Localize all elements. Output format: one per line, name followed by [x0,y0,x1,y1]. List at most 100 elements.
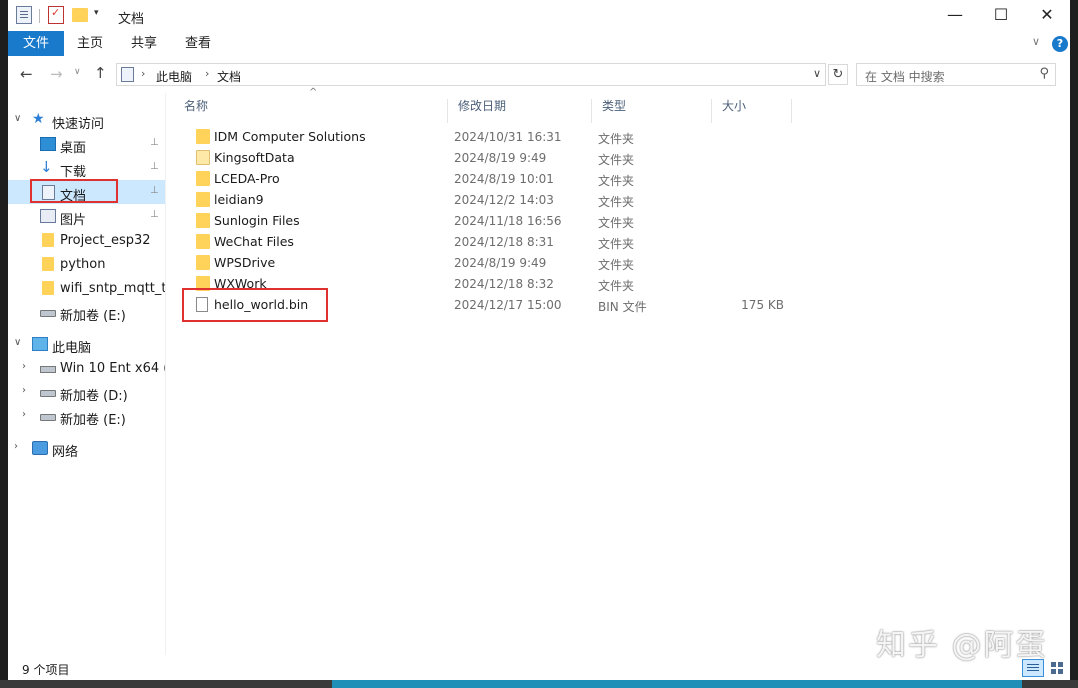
file-date: 2024/12/2 14:03 [454,193,554,207]
tab-home[interactable]: 主页 [68,31,112,56]
nav-item-wifi-sntp[interactable]: wifi_sntp_mqtt_tim [8,276,165,300]
expand-chevron-icon[interactable]: ∨ [14,337,21,348]
file-name: KingsoftData [214,150,295,165]
nav-this-pc[interactable]: ∨ 此电脑 [8,332,165,356]
nav-item-drive-e[interactable]: › 新加卷 (E:) [8,404,165,428]
nav-label: Win 10 Ent x64 (C [60,361,165,376]
back-arrow-icon[interactable]: ← [20,65,33,83]
file-date: 2024/8/19 9:49 [454,256,547,270]
properties-icon[interactable] [16,6,32,24]
column-header-size[interactable]: 大小 [712,99,792,123]
search-input[interactable]: 在 文档 中搜索 ⚲ [856,63,1056,86]
pane-splitter[interactable] [165,93,166,655]
collapsed-chevron-icon[interactable]: › [22,409,26,420]
tab-share[interactable]: 共享 [122,31,166,56]
computer-icon [32,337,48,351]
file-type: 文件夹 [598,174,635,188]
address-bar[interactable]: › 此电脑 › 文档 ∨ [116,63,826,86]
collapsed-chevron-icon[interactable]: › [22,385,26,396]
nav-item-python[interactable]: python [8,252,165,276]
taskbar-accent [332,680,1022,688]
nav-network[interactable]: › 网络 [8,436,165,460]
window-title: 文档 [118,12,145,27]
file-list: ^ 名称 修改日期 类型 大小 IDM Computer Solutions 2… [174,87,1070,655]
nav-item-drive-e-quick[interactable]: 新加卷 (E:) [8,300,165,324]
file-name: Sunlogin Files [214,213,300,228]
watermark: 知乎 @阿蛋 [876,628,1048,663]
pin-icon[interactable]: ⊥ [150,161,159,172]
nav-item-pictures[interactable]: 图片 ⊥ [8,204,165,228]
up-arrow-icon[interactable]: ↑ [94,64,107,82]
column-header-name[interactable]: 名称 [174,99,448,123]
nav-item-drive-c[interactable]: › Win 10 Ent x64 (C [8,356,165,380]
title-bar: ▾ 文档 — ☐ ✕ [8,0,1070,31]
tab-view[interactable]: 查看 [176,31,220,56]
breadcrumb-documents[interactable]: 文档 [217,68,241,85]
file-name: LCEDA-Pro [214,171,280,186]
folder-icon [196,213,210,228]
file-row[interactable]: WeChat Files 2024/12/18 8:31 文件夹 [174,231,794,252]
minimize-button[interactable]: — [932,0,978,30]
ribbon-expand-icon[interactable]: ∨ [1032,35,1040,48]
expand-chevron-icon[interactable]: ∨ [14,113,21,124]
item-count: 9 个项目 [22,663,70,677]
forward-arrow-icon[interactable]: → [50,65,63,83]
nav-label: 桌面 [60,141,87,156]
help-icon[interactable]: ? [1052,36,1068,52]
file-row[interactable]: WPSDrive 2024/8/19 9:49 文件夹 [174,252,794,273]
background-editor-right [1070,0,1078,688]
file-row[interactable]: IDM Computer Solutions 2024/10/31 16:31 … [174,126,794,147]
download-icon: ↓ [40,158,53,176]
file-row[interactable]: KingsoftData 2024/8/19 9:49 文件夹 [174,147,794,168]
pictures-icon [40,209,56,223]
address-dropdown-icon[interactable]: ∨ [813,67,821,80]
nav-label: python [60,257,106,272]
nav-label: 新加卷 (D:) [60,389,128,404]
folder-icon [196,171,210,186]
file-row[interactable]: leidian9 2024/12/2 14:03 文件夹 [174,189,794,210]
breadcrumb-chevron-icon[interactable]: › [141,67,145,80]
nav-label: 下载 [60,165,87,180]
file-date: 2024/12/18 8:32 [454,277,554,291]
new-folder-icon[interactable] [72,8,88,22]
pin-icon[interactable]: ⊥ [150,209,159,220]
folder-icon [196,255,210,270]
documents-location-icon [121,67,134,82]
collapsed-chevron-icon[interactable]: › [14,441,18,452]
nav-item-desktop[interactable]: 桌面 ⊥ [8,132,165,156]
file-row[interactable]: Sunlogin Files 2024/11/18 16:56 文件夹 [174,210,794,231]
nav-quick-access[interactable]: ∨ ★ 快速访问 [8,108,165,132]
breadcrumb-this-pc[interactable]: 此电脑 [156,68,192,85]
nav-item-downloads[interactable]: ↓ 下载 ⊥ [8,156,165,180]
close-button[interactable]: ✕ [1024,0,1070,30]
recent-locations-icon[interactable]: ∨ [74,67,81,77]
breadcrumb-chevron-icon[interactable]: › [205,67,209,80]
folder-icon [42,257,54,271]
column-header-type[interactable]: 类型 [592,99,712,123]
nav-item-project-esp32[interactable]: Project_esp32 [8,228,165,252]
nav-label: 此电脑 [52,341,92,356]
maximize-button[interactable]: ☐ [978,0,1024,30]
navigation-pane: ∨ ★ 快速访问 桌面 ⊥ ↓ 下载 ⊥ 文档 ⊥ 图片 ⊥ Project_e… [8,93,165,655]
drive-icon [40,390,56,397]
file-name: leidian9 [214,192,264,207]
refresh-button[interactable]: ↻ [828,64,848,85]
large-icons-view-icon[interactable] [1048,659,1066,677]
checkmark-icon[interactable] [48,6,64,24]
taskbar-strip [0,680,1078,688]
nav-item-drive-d[interactable]: › 新加卷 (D:) [8,380,165,404]
column-header-date[interactable]: 修改日期 [448,99,592,123]
pin-icon[interactable]: ⊥ [150,185,159,196]
file-type: 文件夹 [598,216,635,230]
file-name: WPSDrive [214,255,276,270]
pin-icon[interactable]: ⊥ [150,137,159,148]
file-row[interactable]: LCEDA-Pro 2024/8/19 10:01 文件夹 [174,168,794,189]
nav-label: 快速访问 [52,117,105,132]
search-icon[interactable]: ⚲ [1039,66,1049,81]
file-date: 2024/12/17 15:00 [454,298,562,312]
collapsed-chevron-icon[interactable]: › [22,361,26,372]
file-type: 文件夹 [598,237,635,251]
quick-access-dropdown-icon[interactable]: ▾ [94,8,99,18]
file-type: 文件夹 [598,132,635,146]
tab-file[interactable]: 文件 [8,31,64,56]
